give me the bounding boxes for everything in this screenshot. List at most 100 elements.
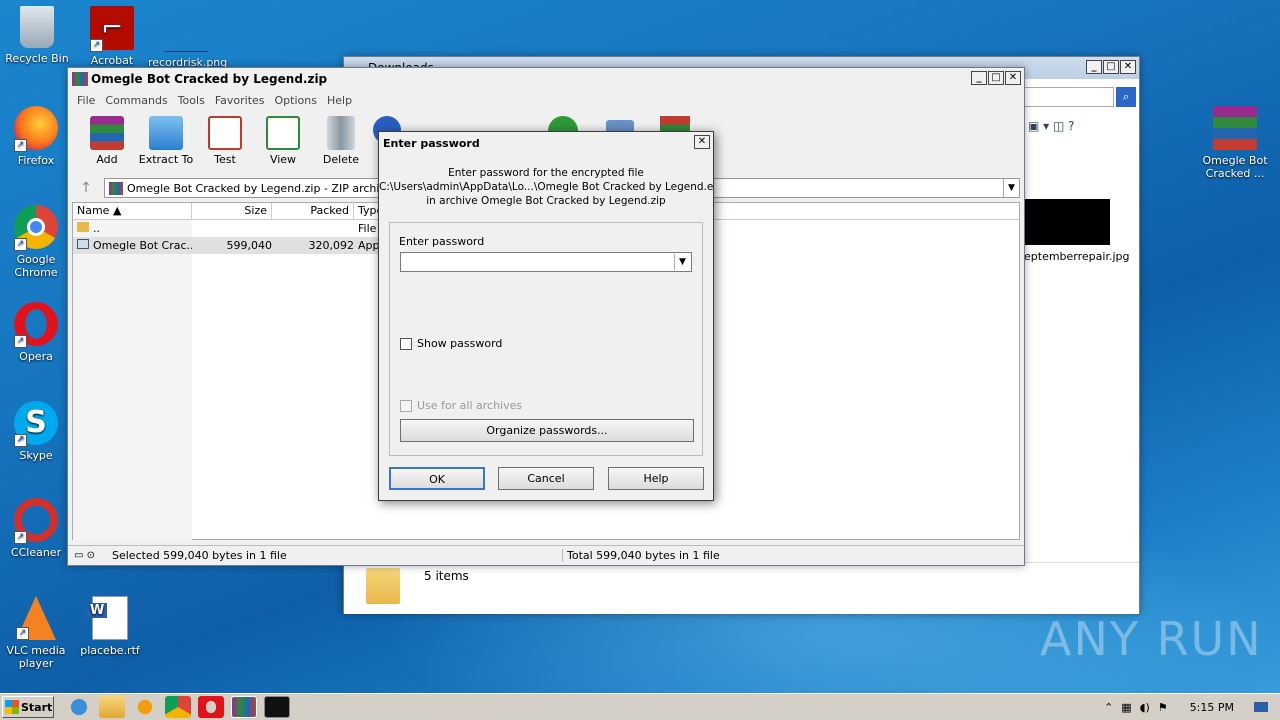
extract-to-button[interactable]: Extract To — [136, 116, 196, 166]
start-button[interactable]: Start — [2, 696, 54, 718]
drive-icon: ▭ ⊙ — [74, 550, 96, 561]
enter-password-dialog[interactable]: Enter password ✕ Enter password for the … — [378, 131, 714, 501]
password-label: Enter password — [399, 235, 485, 248]
word-doc-icon: W — [87, 596, 128, 640]
desktop-icon-firefox[interactable]: ↗ Firefox — [1, 106, 71, 167]
desktop-icon-label: Opera — [19, 350, 53, 363]
use-all-archives-checkbox[interactable]: Use for all archives — [400, 399, 522, 412]
up-folder-icon[interactable]: ↑ — [72, 180, 100, 196]
flag-icon[interactable]: ⚑ — [1158, 701, 1168, 714]
volume-icon[interactable]: ◖) — [1140, 701, 1150, 714]
desktop-icon-recycle-bin[interactable]: Recycle Bin — [2, 6, 72, 65]
row-packed: 320,092 — [308, 239, 355, 252]
vlc-icon: ↗ — [16, 596, 56, 640]
taskbar: Start ⌃ ▦ ◖) ⚑ 5:15 PM — [0, 693, 1280, 720]
search-icon[interactable]: ⌕ — [1116, 87, 1136, 107]
desktop-icon-label: placebe.rtf — [80, 644, 140, 657]
explorer-search-input[interactable] — [1024, 87, 1114, 107]
password-group: Enter password ▼ Show password Use for a… — [389, 222, 703, 456]
test-label: Test — [214, 153, 236, 166]
dialog-line-3: in archive Omegle Bot Cracked by Legend.… — [426, 195, 666, 207]
desktop-icon-placebe[interactable]: W placebe.rtf — [75, 596, 145, 657]
firefox-icon: ↗ — [14, 106, 58, 152]
shortcut-arrow-icon: ↗ — [14, 434, 27, 447]
ok-button[interactable]: OK — [389, 467, 485, 490]
chrome-taskbar-icon[interactable] — [165, 696, 191, 718]
menu-commands[interactable]: Commands — [100, 94, 172, 107]
extract-to-label: Extract To — [138, 153, 194, 166]
test-button[interactable]: Test — [196, 116, 254, 166]
dialog-line-2: C:\Users\admin\AppData\Lo...\Omegle Bot … — [379, 181, 713, 193]
minimize-button[interactable]: _ — [971, 71, 987, 85]
desktop-icon-label: Acrobat — [90, 54, 134, 67]
chevron-down-icon[interactable]: ▼ — [674, 254, 690, 270]
recycle-bin-icon — [20, 6, 54, 48]
organize-passwords-button[interactable]: Organize passwords... — [400, 419, 694, 442]
clock[interactable]: 5:15 PM — [1190, 701, 1234, 714]
close-button[interactable]: ✕ — [1120, 60, 1136, 74]
column-name[interactable]: Name ▲ — [73, 203, 192, 219]
password-input[interactable]: ▼ — [400, 252, 692, 272]
thumbnail-label: eptemberrepair.jpg — [1024, 250, 1130, 263]
cancel-button[interactable]: Cancel — [498, 467, 594, 490]
status-total: Total 599,040 bytes in 1 file — [567, 549, 720, 562]
shortcut-arrow-icon: ↗ — [14, 139, 27, 152]
explorer-icon[interactable] — [99, 696, 125, 718]
shortcut-arrow-icon: ↗ — [14, 238, 27, 251]
desktop-icon-acrobat[interactable]: ⌐ ↗ Acrobat — [77, 6, 147, 67]
menu-tools[interactable]: Tools — [173, 94, 210, 107]
image-thumbnail[interactable] — [1024, 199, 1110, 245]
view-book-icon — [266, 116, 300, 150]
delete-button[interactable]: Delete — [312, 116, 370, 166]
column-size[interactable]: Size — [192, 203, 272, 219]
column-packed[interactable]: Packed — [272, 203, 354, 219]
view-label: View — [269, 153, 297, 166]
help-button[interactable]: Help — [608, 467, 704, 490]
desktop-icon-label: Omegle Bot Cracked ... — [1202, 154, 1268, 180]
desktop-icon-skype[interactable]: S ↗ Skype — [1, 401, 71, 462]
view-button[interactable]: View — [254, 116, 312, 166]
menu-help[interactable]: Help — [322, 94, 357, 107]
row-name: Omegle Bot Crac... — [73, 237, 192, 254]
close-button[interactable]: ✕ — [1005, 71, 1021, 85]
desktop-icon-ccleaner[interactable]: ↗ CCleaner — [1, 498, 71, 559]
dialog-close-button[interactable]: ✕ — [694, 135, 710, 149]
opera-icon: ↗ — [14, 302, 58, 348]
view-options-icon[interactable]: ▣ ▾ ◫ ? — [1028, 119, 1075, 133]
add-button[interactable]: Add — [78, 116, 136, 166]
winrar-taskbar-icon[interactable] — [231, 696, 257, 718]
desktop-icon-recordrisk[interactable]: recordrisk.png — [148, 6, 227, 69]
show-password-checkbox[interactable]: Show password — [400, 337, 502, 350]
folder-up-icon — [77, 222, 89, 232]
menu-favorites[interactable]: Favorites — [210, 94, 270, 107]
desktop-icon-chrome[interactable]: ↗ Google Chrome — [1, 205, 71, 279]
trash-icon — [327, 116, 355, 150]
add-archive-icon — [90, 116, 124, 150]
winrar-app-icon — [72, 72, 88, 86]
minimize-button[interactable]: _ — [1086, 60, 1102, 74]
folder-download-icon — [366, 568, 400, 604]
maximize-button[interactable]: □ — [1103, 60, 1119, 74]
address-text: Omegle Bot Cracked by Legend.zip - ZIP a… — [127, 181, 393, 195]
add-label: Add — [96, 153, 118, 166]
anyrun-watermark: ANY RUN — [1040, 612, 1263, 666]
ccleaner-icon: ↗ — [14, 498, 58, 544]
tray-chevron-icon[interactable]: ⌃ — [1104, 701, 1113, 714]
extract-folder-icon — [149, 116, 183, 150]
table-row[interactable]: Omegle Bot Crac... 599,040 320,092 Appl — [73, 237, 383, 254]
cmd-taskbar-icon[interactable] — [264, 696, 290, 718]
desktop-icon-omegle-archive[interactable]: Omegle Bot Cracked ... — [1200, 106, 1270, 180]
opera-taskbar-icon[interactable] — [198, 696, 224, 718]
maximize-button[interactable]: □ — [988, 71, 1004, 85]
media-player-icon[interactable] — [132, 696, 158, 718]
desktop-icon-label: Recycle Bin — [5, 52, 69, 65]
menu-file[interactable]: File — [72, 94, 100, 107]
menu-options[interactable]: Options — [270, 94, 322, 107]
chevron-down-icon[interactable]: ▼ — [1003, 179, 1019, 197]
ie-icon[interactable] — [66, 696, 92, 718]
desktop-icon-vlc[interactable]: ↗ VLC media player — [1, 596, 71, 670]
show-desktop-icon[interactable] — [1254, 702, 1268, 712]
network-icon[interactable]: ▦ — [1121, 701, 1131, 714]
shortcut-arrow-icon: ↗ — [14, 531, 27, 544]
desktop-icon-opera[interactable]: ↗ Opera — [1, 302, 71, 363]
